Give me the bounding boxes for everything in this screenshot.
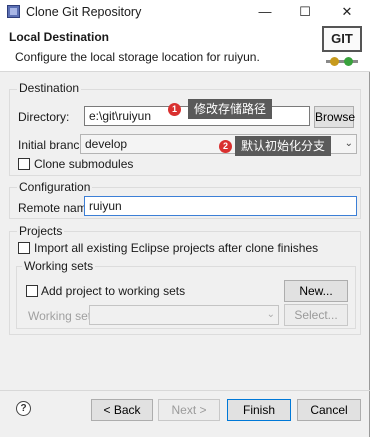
initial-branch-label: Initial branch: (18, 138, 90, 152)
next-button[interactable]: Next > (158, 399, 220, 421)
add-to-working-sets-label: Add project to working sets (41, 284, 186, 298)
git-logo-text: GIT (322, 26, 362, 52)
back-button[interactable]: < Back (91, 399, 153, 421)
finish-button[interactable]: Finish (227, 399, 291, 421)
page-description: Configure the local storage location for… (15, 50, 260, 64)
annotation-label-2: 默认初始化分支 (235, 136, 332, 156)
new-working-set-button[interactable]: New... (284, 280, 348, 302)
window-title: Clone Git Repository (26, 5, 142, 19)
page-title: Local Destination (9, 30, 110, 44)
chevron-down-icon: ⌄ (344, 138, 353, 149)
wizard-header: Local Destination Configure the local st… (0, 24, 370, 72)
import-projects-checkbox[interactable] (18, 242, 30, 254)
clone-submodules-label: Clone submodules (34, 157, 134, 171)
destination-legend: Destination (17, 81, 82, 95)
add-to-working-sets-checkbox[interactable] (26, 285, 38, 297)
cancel-button[interactable]: Cancel (297, 399, 361, 421)
working-sets-combo[interactable]: ⌄ (89, 305, 279, 325)
configuration-legend: Configuration (17, 180, 93, 194)
title-bar: Clone Git Repository — ☐ ✕ (0, 0, 370, 24)
browse-button[interactable]: Browse (314, 106, 355, 128)
annotation-badge-2: 2 (219, 140, 232, 153)
select-working-sets-button[interactable]: Select... (284, 304, 348, 326)
clone-git-dialog: Clone Git Repository — ☐ ✕ Local Destina… (0, 0, 370, 437)
maximize-button[interactable]: ☐ (290, 2, 320, 22)
footer-separator (0, 390, 370, 391)
annotation-badge-1: 1 (168, 103, 181, 116)
git-logo: GIT (322, 26, 362, 70)
annotation-label-1: 修改存储路径 (188, 99, 273, 119)
help-icon[interactable]: ? (16, 401, 31, 416)
clone-submodules-checkbox[interactable] (18, 158, 30, 170)
background-strip (370, 0, 376, 437)
git-plug-icon (326, 54, 358, 68)
working-sets-legend: Working sets (22, 259, 96, 273)
directory-label: Directory: (18, 110, 70, 124)
import-projects-label: Import all existing Eclipse projects aft… (34, 241, 319, 255)
chevron-down-icon: ⌄ (266, 309, 275, 320)
minimize-button[interactable]: — (250, 2, 280, 22)
eclipse-app-icon (7, 5, 20, 18)
initial-branch-value: develop (85, 137, 128, 151)
close-button[interactable]: ✕ (332, 2, 362, 22)
projects-legend: Projects (17, 224, 65, 238)
remote-name-input[interactable]: ruiyun (84, 196, 357, 216)
